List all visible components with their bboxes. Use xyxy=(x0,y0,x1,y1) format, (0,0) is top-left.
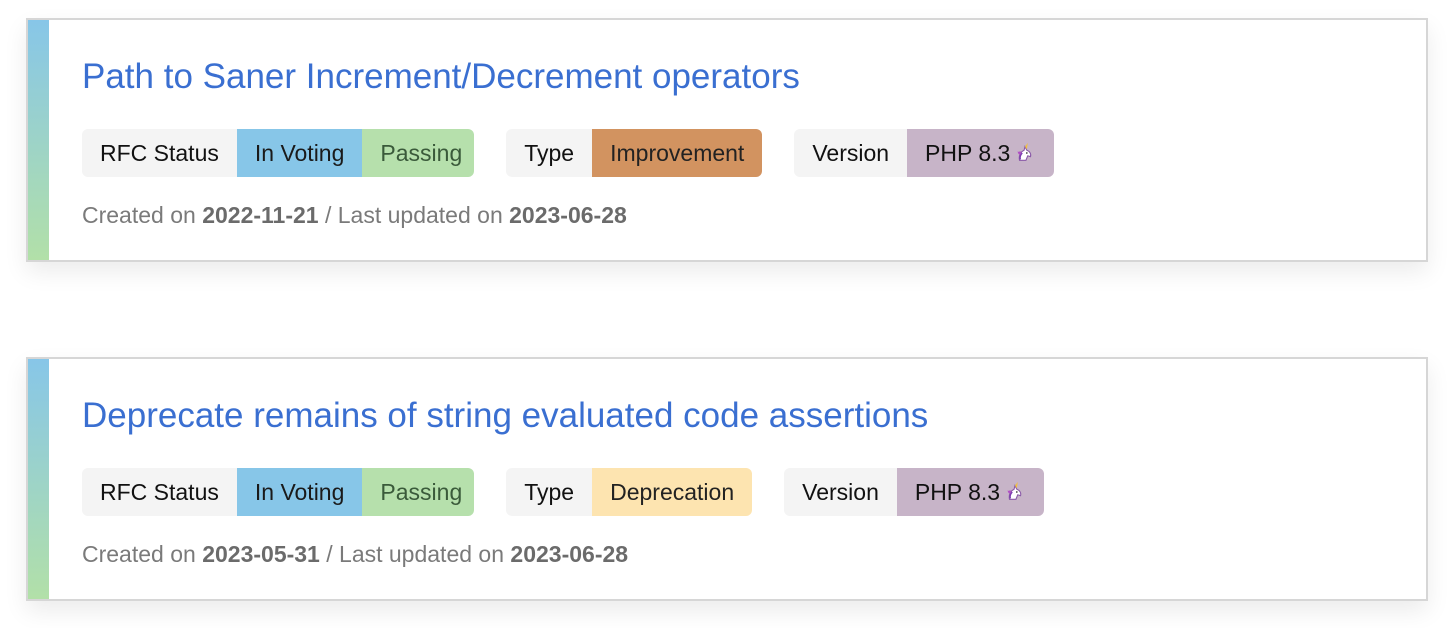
created-prefix: Created on xyxy=(82,202,196,228)
rfc-dates: Created on 2023-05-31 / Last updated on … xyxy=(82,537,628,571)
rfc-title-link[interactable]: Path to Saner Increment/Decrement operat… xyxy=(82,54,800,100)
rfc-card: Path to Saner Increment/Decrement operat… xyxy=(26,18,1428,262)
version-badge-label: Version xyxy=(784,468,897,516)
updated-prefix: / Last updated on xyxy=(326,541,505,567)
type-badge: Type Deprecation xyxy=(506,468,753,516)
version-text: PHP 8.3 xyxy=(925,140,1011,166)
status-badge-value: In Voting xyxy=(236,129,363,177)
status-badge-label: RFC Status xyxy=(82,468,237,516)
type-badge-label: Type xyxy=(506,129,593,177)
badge-row: RFC Status In Voting Passing Type Improv… xyxy=(82,129,1086,177)
status-badge: RFC Status In Voting Passing xyxy=(82,468,475,516)
unicorn-icon xyxy=(1017,142,1032,161)
rfc-card: Deprecate remains of string evaluated co… xyxy=(26,357,1428,601)
rfc-list: Path to Saner Increment/Decrement operat… xyxy=(0,0,1452,628)
card-accent-bar xyxy=(28,359,49,599)
version-badge: Version PHP 8.3 xyxy=(794,129,1055,177)
updated-date: 2023-06-28 xyxy=(509,202,627,228)
created-prefix: Created on xyxy=(82,541,196,567)
created-date: 2022-11-21 xyxy=(202,202,319,228)
unicorn-icon xyxy=(1007,481,1022,500)
version-badge: Version PHP 8.3 xyxy=(784,468,1045,516)
vote-result-badge: Passing xyxy=(362,129,475,177)
type-badge: Type Improvement xyxy=(506,129,763,177)
card-accent-bar xyxy=(28,20,49,260)
rfc-dates: Created on 2022-11-21 / Last updated on … xyxy=(82,198,627,232)
type-badge-value: Improvement xyxy=(592,129,763,177)
version-badge-value: PHP 8.3 xyxy=(907,129,1055,177)
status-badge: RFC Status In Voting Passing xyxy=(82,129,475,177)
created-date: 2023-05-31 xyxy=(202,541,320,567)
type-badge-value: Deprecation xyxy=(592,468,753,516)
version-badge-label: Version xyxy=(794,129,908,177)
status-badge-value: In Voting xyxy=(236,468,363,516)
badge-row: RFC Status In Voting Passing Type Deprec… xyxy=(82,468,1076,516)
vote-result-badge: Passing xyxy=(362,468,475,516)
version-text: PHP 8.3 xyxy=(914,479,1001,505)
status-badge-label: RFC Status xyxy=(82,129,237,177)
updated-date: 2023-06-28 xyxy=(510,541,629,567)
version-badge-value: PHP 8.3 xyxy=(896,468,1045,516)
updated-prefix: / Last updated on xyxy=(324,202,503,228)
rfc-title-link[interactable]: Deprecate remains of string evaluated co… xyxy=(82,393,928,439)
type-badge-label: Type xyxy=(506,468,593,516)
